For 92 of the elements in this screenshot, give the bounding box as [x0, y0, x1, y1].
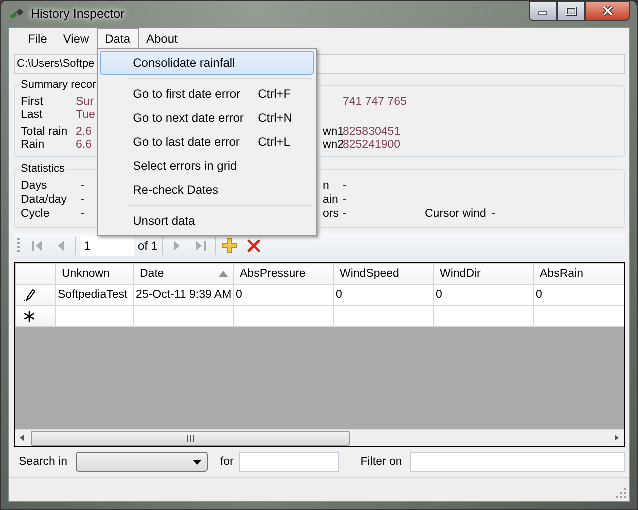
menu-item[interactable]: Select errors in grid	[100, 154, 314, 178]
column-label: Date	[140, 268, 164, 280]
field-label: Total rain	[21, 126, 69, 139]
field-label: Last	[21, 109, 44, 122]
field-label: Cycle	[21, 207, 51, 221]
window-title: History Inspector	[31, 7, 125, 21]
add-icon[interactable]	[222, 238, 238, 254]
group-title: Summary recor	[20, 79, 98, 91]
maximize-icon	[566, 6, 576, 16]
grip-lines-icon	[186, 435, 195, 442]
table-cell: 0	[334, 284, 434, 306]
field-label: Days	[21, 179, 48, 193]
pencil-icon	[24, 289, 36, 301]
menu-item[interactable]: Consolidate rainfall	[100, 51, 314, 75]
column-label: WindDir	[440, 268, 481, 280]
row-header[interactable]	[16, 306, 56, 326]
filter-field[interactable]	[410, 452, 625, 472]
resize-grip-icon	[616, 488, 627, 499]
field-value: Sur	[76, 96, 94, 109]
field-label: Cursor wind	[425, 207, 488, 221]
minimize-button[interactable]	[529, 1, 557, 21]
field-value: 825830451	[343, 126, 401, 139]
menu-label: Go to last date error	[133, 135, 241, 149]
field-label: First	[21, 96, 44, 109]
menu-item[interactable]: Re-check Dates	[100, 178, 314, 202]
field-value: 741 747 765	[343, 96, 407, 109]
menu-item[interactable]: Unsort data	[100, 209, 314, 233]
horizontal-scrollbar[interactable]	[15, 429, 624, 446]
field-label: Data/day	[21, 193, 68, 207]
position-field[interactable]: 1	[80, 236, 134, 256]
close-button[interactable]	[585, 1, 630, 21]
field-value: 2.6	[76, 126, 92, 139]
field-value: -	[343, 179, 347, 193]
field-value: -	[81, 179, 85, 193]
column-header[interactable]: AbsPressure	[234, 264, 334, 284]
record-count: of 1	[138, 239, 158, 253]
menu-label: Consolidate rainfall	[133, 56, 236, 70]
column-label: WindSpeed	[340, 268, 400, 280]
menu-item[interactable]: About	[138, 28, 186, 48]
app-icon	[9, 7, 25, 21]
table-cell: SoftpediaTest	[56, 284, 134, 306]
menu-label: Go to next date error	[133, 111, 245, 125]
asterisk-icon	[24, 310, 35, 322]
column-label: Unknown	[62, 268, 110, 280]
close-icon	[602, 6, 614, 16]
menu-label: Unsort data	[133, 214, 196, 228]
field-value: -	[81, 193, 85, 207]
menu-item[interactable]: Go to first date error Ctrl+F	[100, 82, 314, 106]
column-header[interactable]: AbsRain	[534, 264, 624, 284]
shortcut-label: Ctrl+N	[258, 111, 292, 125]
table-cell: 25-Oct-11 9:39 AM	[134, 284, 234, 306]
delete-icon[interactable]	[246, 238, 262, 254]
menu-item[interactable]: View	[55, 28, 98, 48]
column-header[interactable]: WindSpeed	[334, 264, 434, 284]
for-label: for	[220, 456, 234, 468]
filter-label: Filter on	[360, 456, 402, 468]
table-cell: 0	[234, 284, 334, 306]
field-value: 6.6	[76, 139, 92, 152]
field-value: -	[343, 193, 347, 207]
field-value: Tue	[76, 109, 96, 122]
search-in-dropdown[interactable]	[76, 452, 208, 472]
search-field[interactable]	[238, 452, 339, 472]
shortcut-label: Ctrl+L	[258, 135, 290, 149]
menu-item[interactable]: Go to next date error Ctrl+N	[100, 106, 314, 130]
field-label: wn1	[323, 126, 344, 139]
table-cell: 0	[434, 284, 534, 306]
column-header[interactable]: Unknown	[56, 264, 134, 284]
menu-item[interactable]: Go to last date error Ctrl+L	[100, 130, 314, 154]
search-in-label: Search in	[19, 456, 68, 468]
row-header-corner	[16, 264, 56, 284]
field-value: -	[343, 207, 347, 221]
menu-item[interactable]: File	[20, 28, 56, 48]
dropdown-arrow-icon	[193, 460, 202, 464]
group-title: Statistics	[20, 163, 66, 175]
field-label: ain	[323, 193, 338, 207]
field-label: Rain	[21, 139, 46, 152]
shortcut-label: Ctrl+F	[258, 87, 292, 101]
column-header[interactable]: Date	[134, 264, 234, 284]
menu-label: Re-check Dates	[133, 183, 220, 197]
column-label: AbsRain	[540, 268, 584, 280]
field-value: -	[81, 207, 85, 221]
field-value: 825241900	[343, 139, 401, 152]
field-value: -	[492, 207, 496, 221]
field-label: wn2	[323, 139, 344, 152]
menu-label: Select errors in grid	[133, 159, 238, 173]
menu-label: Go to first date error	[133, 87, 242, 101]
maximize-button[interactable]	[557, 1, 585, 21]
field-label: n	[323, 179, 330, 193]
column-header[interactable]: WindDir	[434, 264, 534, 284]
column-label: AbsPressure	[240, 268, 306, 280]
row-header[interactable]	[16, 284, 56, 306]
field-label: ors	[323, 207, 339, 221]
